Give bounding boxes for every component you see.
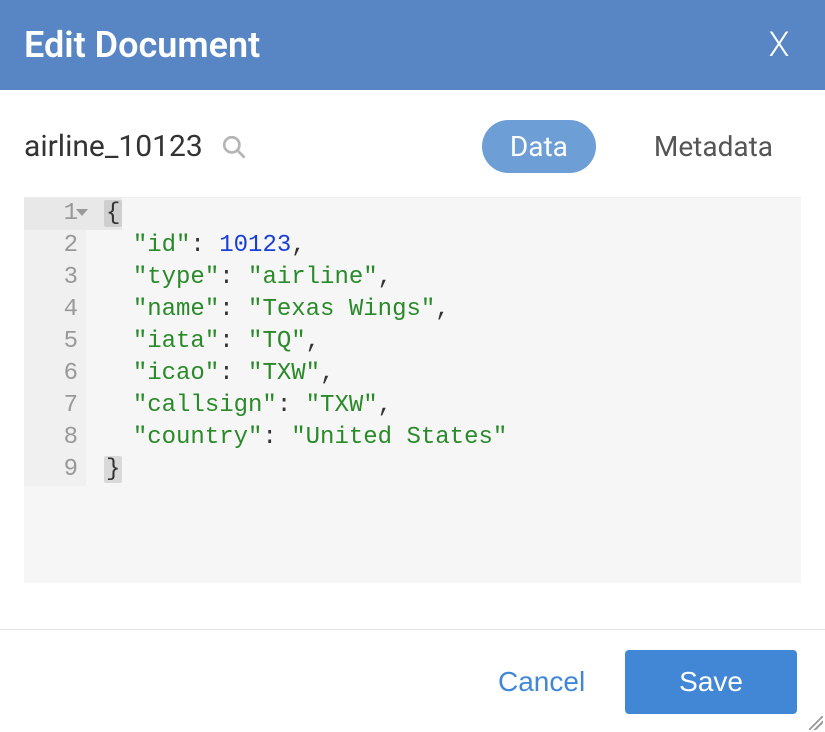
code-content[interactable]: "icao": "TXW", <box>86 358 334 390</box>
code-content[interactable]: "callsign": "TXW", <box>86 390 392 422</box>
code-content[interactable]: { <box>86 198 122 230</box>
tabs: Data Metadata <box>482 120 801 173</box>
resize-handle[interactable] <box>809 716 823 730</box>
modal-header: Edit Document X <box>0 0 825 90</box>
code-content[interactable]: "iata": "TQ", <box>86 326 320 358</box>
code-line[interactable]: 1{ <box>24 198 801 230</box>
line-number: 1 <box>24 198 86 230</box>
modal-title: Edit Document <box>24 24 260 66</box>
code-line[interactable]: 7 "callsign": "TXW", <box>24 390 801 422</box>
json-editor[interactable]: 1{2 "id": 10123,3 "type": "airline",4 "n… <box>24 197 801 583</box>
code-content[interactable]: "name": "Texas Wings", <box>86 294 450 326</box>
code-line[interactable]: 8 "country": "United States" <box>24 422 801 454</box>
toolbar: airline_10123 Data Metadata <box>0 90 825 197</box>
toolbar-left: airline_10123 <box>24 129 247 164</box>
close-button[interactable]: X <box>761 28 797 62</box>
code-line[interactable]: 9} <box>24 454 801 486</box>
tab-data[interactable]: Data <box>482 120 596 173</box>
line-number: 4 <box>24 294 86 326</box>
line-number: 9 <box>24 454 86 486</box>
line-number: 8 <box>24 422 86 454</box>
code-line[interactable]: 5 "iata": "TQ", <box>24 326 801 358</box>
save-button[interactable]: Save <box>625 650 797 714</box>
code-content[interactable]: "country": "United States" <box>86 422 507 454</box>
line-number: 5 <box>24 326 86 358</box>
code-line[interactable]: 4 "name": "Texas Wings", <box>24 294 801 326</box>
cancel-button[interactable]: Cancel <box>498 666 585 698</box>
code-line[interactable]: 3 "type": "airline", <box>24 262 801 294</box>
tab-metadata[interactable]: Metadata <box>626 120 801 173</box>
line-number: 6 <box>24 358 86 390</box>
line-number: 2 <box>24 230 86 262</box>
search-icon[interactable] <box>221 134 247 160</box>
document-id: airline_10123 <box>24 129 203 164</box>
fold-toggle-icon[interactable] <box>76 209 88 216</box>
line-number: 7 <box>24 390 86 422</box>
code-line[interactable]: 6 "icao": "TXW", <box>24 358 801 390</box>
code-line[interactable]: 2 "id": 10123, <box>24 230 801 262</box>
code-content[interactable]: "type": "airline", <box>86 262 392 294</box>
code-content[interactable]: } <box>86 454 122 486</box>
code-content[interactable]: "id": 10123, <box>86 230 306 262</box>
modal-footer: Cancel Save <box>0 629 825 732</box>
line-number: 3 <box>24 262 86 294</box>
